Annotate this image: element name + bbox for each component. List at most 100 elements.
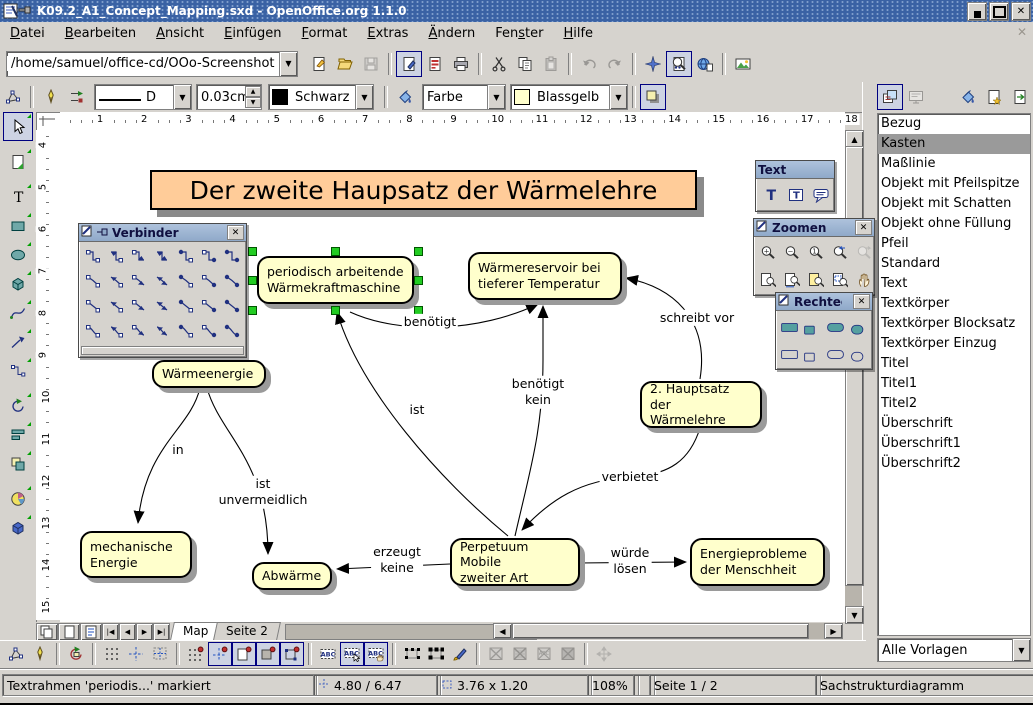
connector-type-button[interactable]	[81, 319, 104, 344]
menu-format[interactable]: Format	[292, 24, 358, 43]
page-view-button[interactable]	[58, 623, 80, 641]
pin-icon[interactable]	[97, 226, 109, 240]
line-width-spinner[interactable]: ▲▼	[245, 86, 261, 108]
fill-style-dropdown-icon[interactable]: ▼	[487, 85, 505, 109]
modify-with-attributes-button[interactable]	[448, 642, 472, 666]
zoom-in-button[interactable]: +	[756, 239, 780, 266]
connector-type-button[interactable]	[104, 244, 127, 269]
shadow-toggle-button[interactable]	[640, 84, 666, 110]
prev-page-button[interactable]: ◀	[119, 623, 136, 641]
fill-style-combobox[interactable]: Farbe ▼	[422, 84, 506, 110]
style-item[interactable]: Standard	[878, 254, 1030, 274]
rectangles-window-titlebar[interactable]: Rechtec ✕	[776, 293, 872, 311]
effects-mode-button[interactable]	[64, 642, 88, 666]
gallery-button[interactable]	[730, 51, 756, 77]
selection-handle[interactable]	[331, 247, 340, 256]
select-tool[interactable]	[3, 112, 33, 141]
connector-type-button[interactable]	[221, 319, 244, 344]
new-document-button[interactable]	[306, 51, 332, 77]
open-button[interactable]	[332, 51, 358, 77]
quick-edit-button[interactable]: ABC	[316, 642, 340, 666]
copy-button[interactable]	[512, 51, 538, 77]
connector-type-button[interactable]	[221, 294, 244, 319]
minimize-button[interactable]	[967, 2, 987, 21]
rectangle-shape-button[interactable]	[847, 313, 870, 340]
close-button[interactable]: ✕	[1011, 2, 1031, 21]
effects-tool[interactable]	[3, 484, 33, 513]
menu-ansicht[interactable]: Ansicht	[146, 24, 214, 43]
callout-tool-button[interactable]	[808, 181, 833, 209]
connector-tool[interactable]	[3, 356, 33, 385]
edge-label[interactable]: in	[170, 442, 185, 458]
style-item[interactable]: Objekt mit Schatten	[878, 194, 1030, 214]
area-dialog-button[interactable]	[392, 84, 418, 110]
snap-to-object-border-button[interactable]	[256, 642, 280, 666]
style-item[interactable]: Textkörper Blocksatz	[878, 314, 1030, 334]
connector-type-button[interactable]	[128, 294, 151, 319]
menu-hilfe[interactable]: Hilfe	[553, 24, 603, 43]
pan-hand-button[interactable]	[852, 266, 876, 293]
concept-node-wkm[interactable]: periodisch arbeitende Wärmekraftmaschine	[257, 256, 414, 304]
rectangle-shape-button[interactable]	[847, 340, 870, 367]
connector-type-button[interactable]	[81, 269, 104, 294]
rectangle-shape-button[interactable]	[824, 340, 847, 367]
rectangle-shape-button[interactable]	[778, 340, 801, 367]
style-item[interactable]: Objekt ohne Füllung	[878, 214, 1030, 234]
style-item[interactable]: Objekt mit Pfeilspitze	[878, 174, 1030, 194]
selection-handle[interactable]	[248, 306, 257, 315]
hyperlink-button[interactable]	[692, 51, 718, 77]
connector-type-button[interactable]	[151, 294, 174, 319]
line-color-combobox[interactable]: Schwarz ▼	[268, 84, 374, 110]
horizontal-scrollbar[interactable]: ◀ ▶	[493, 623, 843, 639]
edit-points-mode-button[interactable]	[4, 642, 28, 666]
style-item[interactable]: Textkörper Einzug	[878, 334, 1030, 354]
rotation-mode-button[interactable]	[28, 642, 52, 666]
style-item[interactable]: Kasten	[878, 134, 1030, 154]
window-resize-bar[interactable]	[81, 346, 244, 355]
zoom-page-width-button[interactable]	[780, 266, 804, 293]
connector-type-button[interactable]	[174, 319, 197, 344]
fill-color-combobox[interactable]: Blassgelb ▼	[510, 84, 628, 110]
style-filter-dropdown-icon[interactable]: ▼	[1012, 639, 1030, 661]
selection-handle[interactable]	[414, 247, 423, 256]
zoom-window-titlebar[interactable]: Zoomen ✕	[754, 219, 874, 237]
connector-type-button[interactable]	[128, 244, 151, 269]
text-window[interactable]: Text TT	[755, 160, 835, 212]
first-page-button[interactable]: |◀	[102, 623, 119, 641]
rectangle-tool[interactable]	[3, 211, 33, 240]
rectangle-shape-button[interactable]	[824, 313, 847, 340]
connector-type-button[interactable]	[221, 244, 244, 269]
url-input[interactable]	[7, 56, 279, 71]
print-button[interactable]	[448, 51, 474, 77]
zoom-100-button[interactable]: 1	[804, 239, 828, 266]
rectangle-shape-button[interactable]	[801, 340, 824, 367]
fill-format-mode-button[interactable]	[955, 84, 981, 110]
url-combobox[interactable]: ▼	[6, 51, 298, 77]
concept-node-energieprobleme[interactable]: Energieprobleme der Menschheit	[690, 538, 825, 586]
zoom-optimal-button[interactable]	[804, 266, 828, 293]
master-view-button[interactable]	[80, 623, 102, 641]
line-style-dropdown-icon[interactable]: ▼	[173, 85, 191, 109]
connector-type-button[interactable]	[197, 244, 220, 269]
export-pdf-button[interactable]	[422, 51, 448, 77]
page-tab-seite-2[interactable]: Seite 2	[213, 622, 281, 640]
connectors-window[interactable]: Verbinder ✕	[78, 223, 247, 358]
rectangles-window[interactable]: Rechtec ✕	[775, 292, 873, 370]
lines-arrows-tool[interactable]	[3, 327, 33, 356]
ellipse-tool[interactable]	[3, 240, 33, 269]
edge-label[interactable]: schreibt vor	[658, 310, 736, 326]
edit-file-button[interactable]	[396, 51, 422, 77]
line-dialog-button[interactable]	[38, 84, 64, 110]
connector-type-button[interactable]	[104, 269, 127, 294]
zoom-tool[interactable]	[3, 147, 33, 176]
style-item[interactable]: Titel1	[878, 374, 1030, 394]
horizontal-scroll-thumb[interactable]	[512, 623, 809, 639]
text-tool[interactable]: T	[3, 182, 33, 211]
scroll-left-icon[interactable]: ◀	[493, 623, 512, 639]
concept-node-perpetuum[interactable]: Perpetuum Mobile zweiter Art	[450, 538, 580, 586]
connector-type-button[interactable]	[151, 244, 174, 269]
connector-type-button[interactable]	[81, 294, 104, 319]
simple-handles-button[interactable]	[400, 642, 424, 666]
style-item[interactable]: Pfeil	[878, 234, 1030, 254]
large-handles-button[interactable]	[424, 642, 448, 666]
